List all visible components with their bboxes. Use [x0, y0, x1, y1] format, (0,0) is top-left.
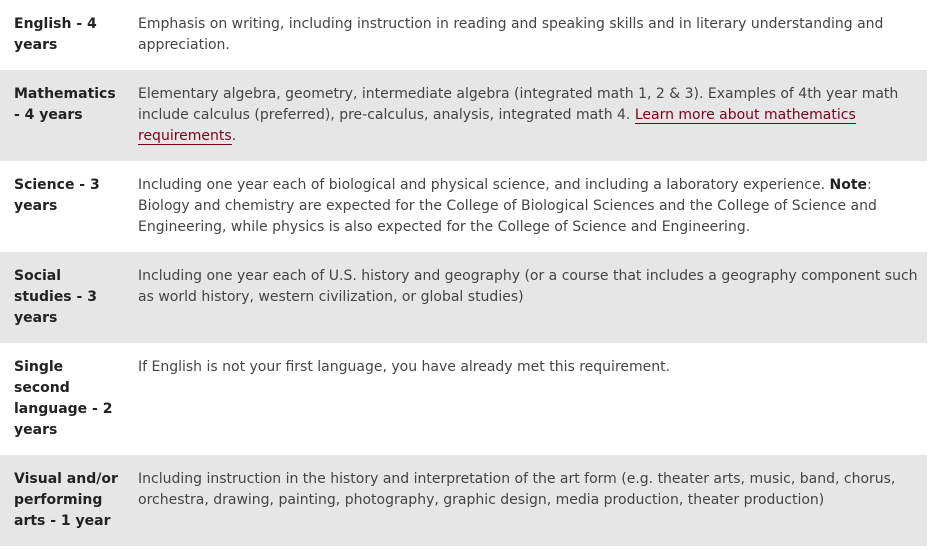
requirement-row-english: English - 4 years Emphasis on writing, i…	[0, 0, 927, 70]
requirement-row-second-language: Single second language - 2 years If Engl…	[0, 343, 927, 455]
requirement-subject: Social studies - 3 years	[14, 268, 97, 326]
requirement-subject: Mathematics - 4 years	[14, 86, 116, 123]
requirement-description: Elementary algebra, geometry, intermedia…	[124, 70, 927, 161]
requirements-table: English - 4 years Emphasis on writing, i…	[0, 0, 927, 546]
requirement-subject: Science - 3 years	[14, 177, 100, 214]
link-trailing-punctuation: .	[231, 128, 237, 144]
requirement-description-text: Including one year each of biological an…	[138, 177, 826, 193]
requirement-row-arts: Visual and/or performing arts - 1 year I…	[0, 455, 927, 546]
requirement-subject: Visual and/or performing arts - 1 year	[14, 471, 118, 529]
requirement-subject: English - 4 years	[14, 16, 97, 53]
note-label: Note	[829, 177, 868, 193]
requirement-description: Including one year each of biological an…	[124, 161, 927, 252]
requirement-subject: Single second language - 2 years	[14, 359, 113, 438]
requirement-row-mathematics: Mathematics - 4 years Elementary algebra…	[0, 70, 927, 161]
requirement-row-social-studies: Social studies - 3 years Including one y…	[0, 252, 927, 343]
requirement-description: Including one year each of U.S. history …	[138, 268, 918, 305]
requirement-row-science: Science - 3 years Including one year eac…	[0, 161, 927, 252]
requirement-description: Emphasis on writing, including instructi…	[138, 16, 884, 53]
requirement-description: Including instruction in the history and…	[138, 471, 896, 508]
requirement-description: If English is not your first language, y…	[138, 359, 671, 375]
